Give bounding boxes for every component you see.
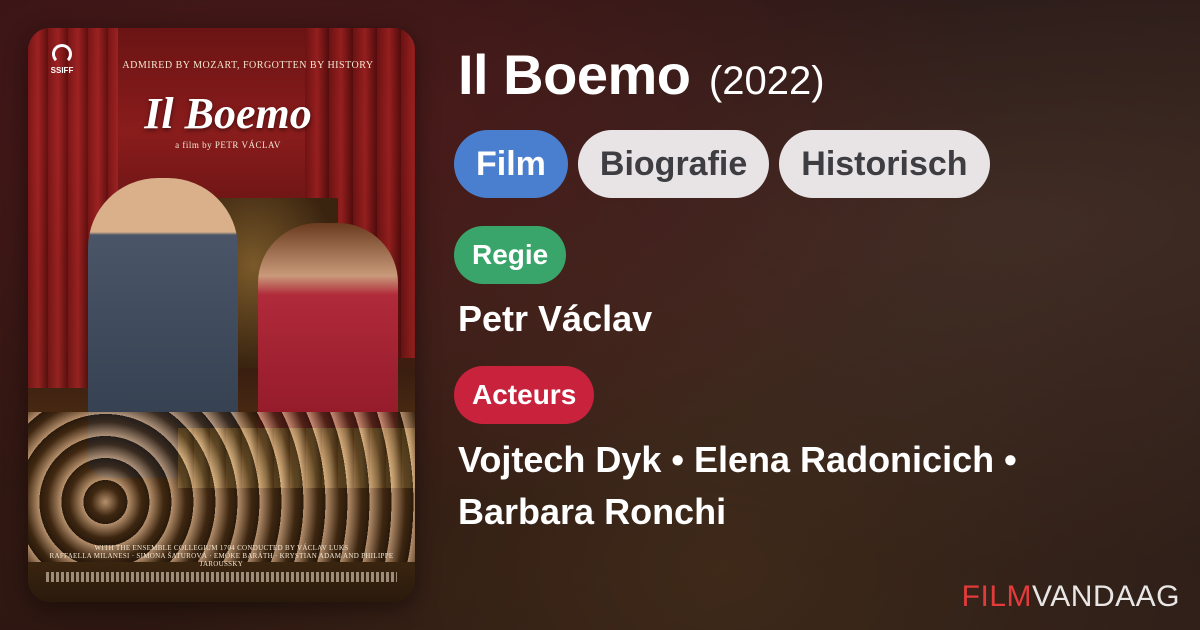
- poster-tagline: ADMIRED BY MOZART, FORGOTTEN BY HISTORY: [122, 60, 374, 71]
- movie-poster[interactable]: SSIFF ADMIRED BY MOZART, FORGOTTEN BY HI…: [28, 28, 415, 602]
- title-row: Il Boemo (2022): [458, 42, 825, 107]
- type-pill-film[interactable]: Film: [454, 130, 568, 198]
- genre-pill-historisch[interactable]: Historisch: [779, 130, 990, 198]
- movie-info: Il Boemo (2022) Film Biografie Historisc…: [454, 0, 1178, 630]
- festival-logo-icon: [52, 44, 72, 64]
- brand-part-film: FILM: [961, 580, 1033, 613]
- festival-logo: SSIFF: [42, 44, 82, 75]
- festival-logo-text: SSIFF: [50, 66, 74, 75]
- movie-title: Il Boemo: [458, 43, 691, 106]
- brand-part-vandaag: VANDAAG: [1032, 580, 1180, 613]
- actor-list: Vojtech Dyk • Elena Radonicich • Barbara…: [458, 434, 1158, 538]
- poster-credits: WITH THE ENSEMBLE COLLEGIUM 1704 CONDUCT…: [46, 544, 397, 582]
- genre-list: Film Biografie Historisch: [454, 130, 990, 198]
- genre-pill-biografie[interactable]: Biografie: [577, 130, 770, 198]
- poster-credits-line: WITH THE ENSEMBLE COLLEGIUM 1704 CONDUCT…: [94, 544, 349, 552]
- acteurs-label: Acteurs: [454, 366, 595, 424]
- regie-label: Regie: [454, 226, 567, 284]
- actor-line-2[interactable]: Barbara Ronchi: [458, 486, 1158, 538]
- filmvandaag-logo[interactable]: FILMVANDAAG: [962, 580, 1180, 614]
- movie-year: (2022): [708, 59, 825, 103]
- poster-cast-line: RAFFAELLA MILANESI · SIMONA ŠATUROVÁ · E…: [49, 552, 394, 568]
- director-name[interactable]: Petr Václav: [458, 298, 652, 340]
- poster-title: Il Boemo: [144, 89, 312, 138]
- poster-crowd: [28, 412, 415, 562]
- poster-director-credit: a film by PETR VÁCLAV: [175, 140, 281, 150]
- poster-fine-print: [46, 572, 397, 582]
- actor-line-1[interactable]: Vojtech Dyk • Elena Radonicich •: [458, 434, 1158, 486]
